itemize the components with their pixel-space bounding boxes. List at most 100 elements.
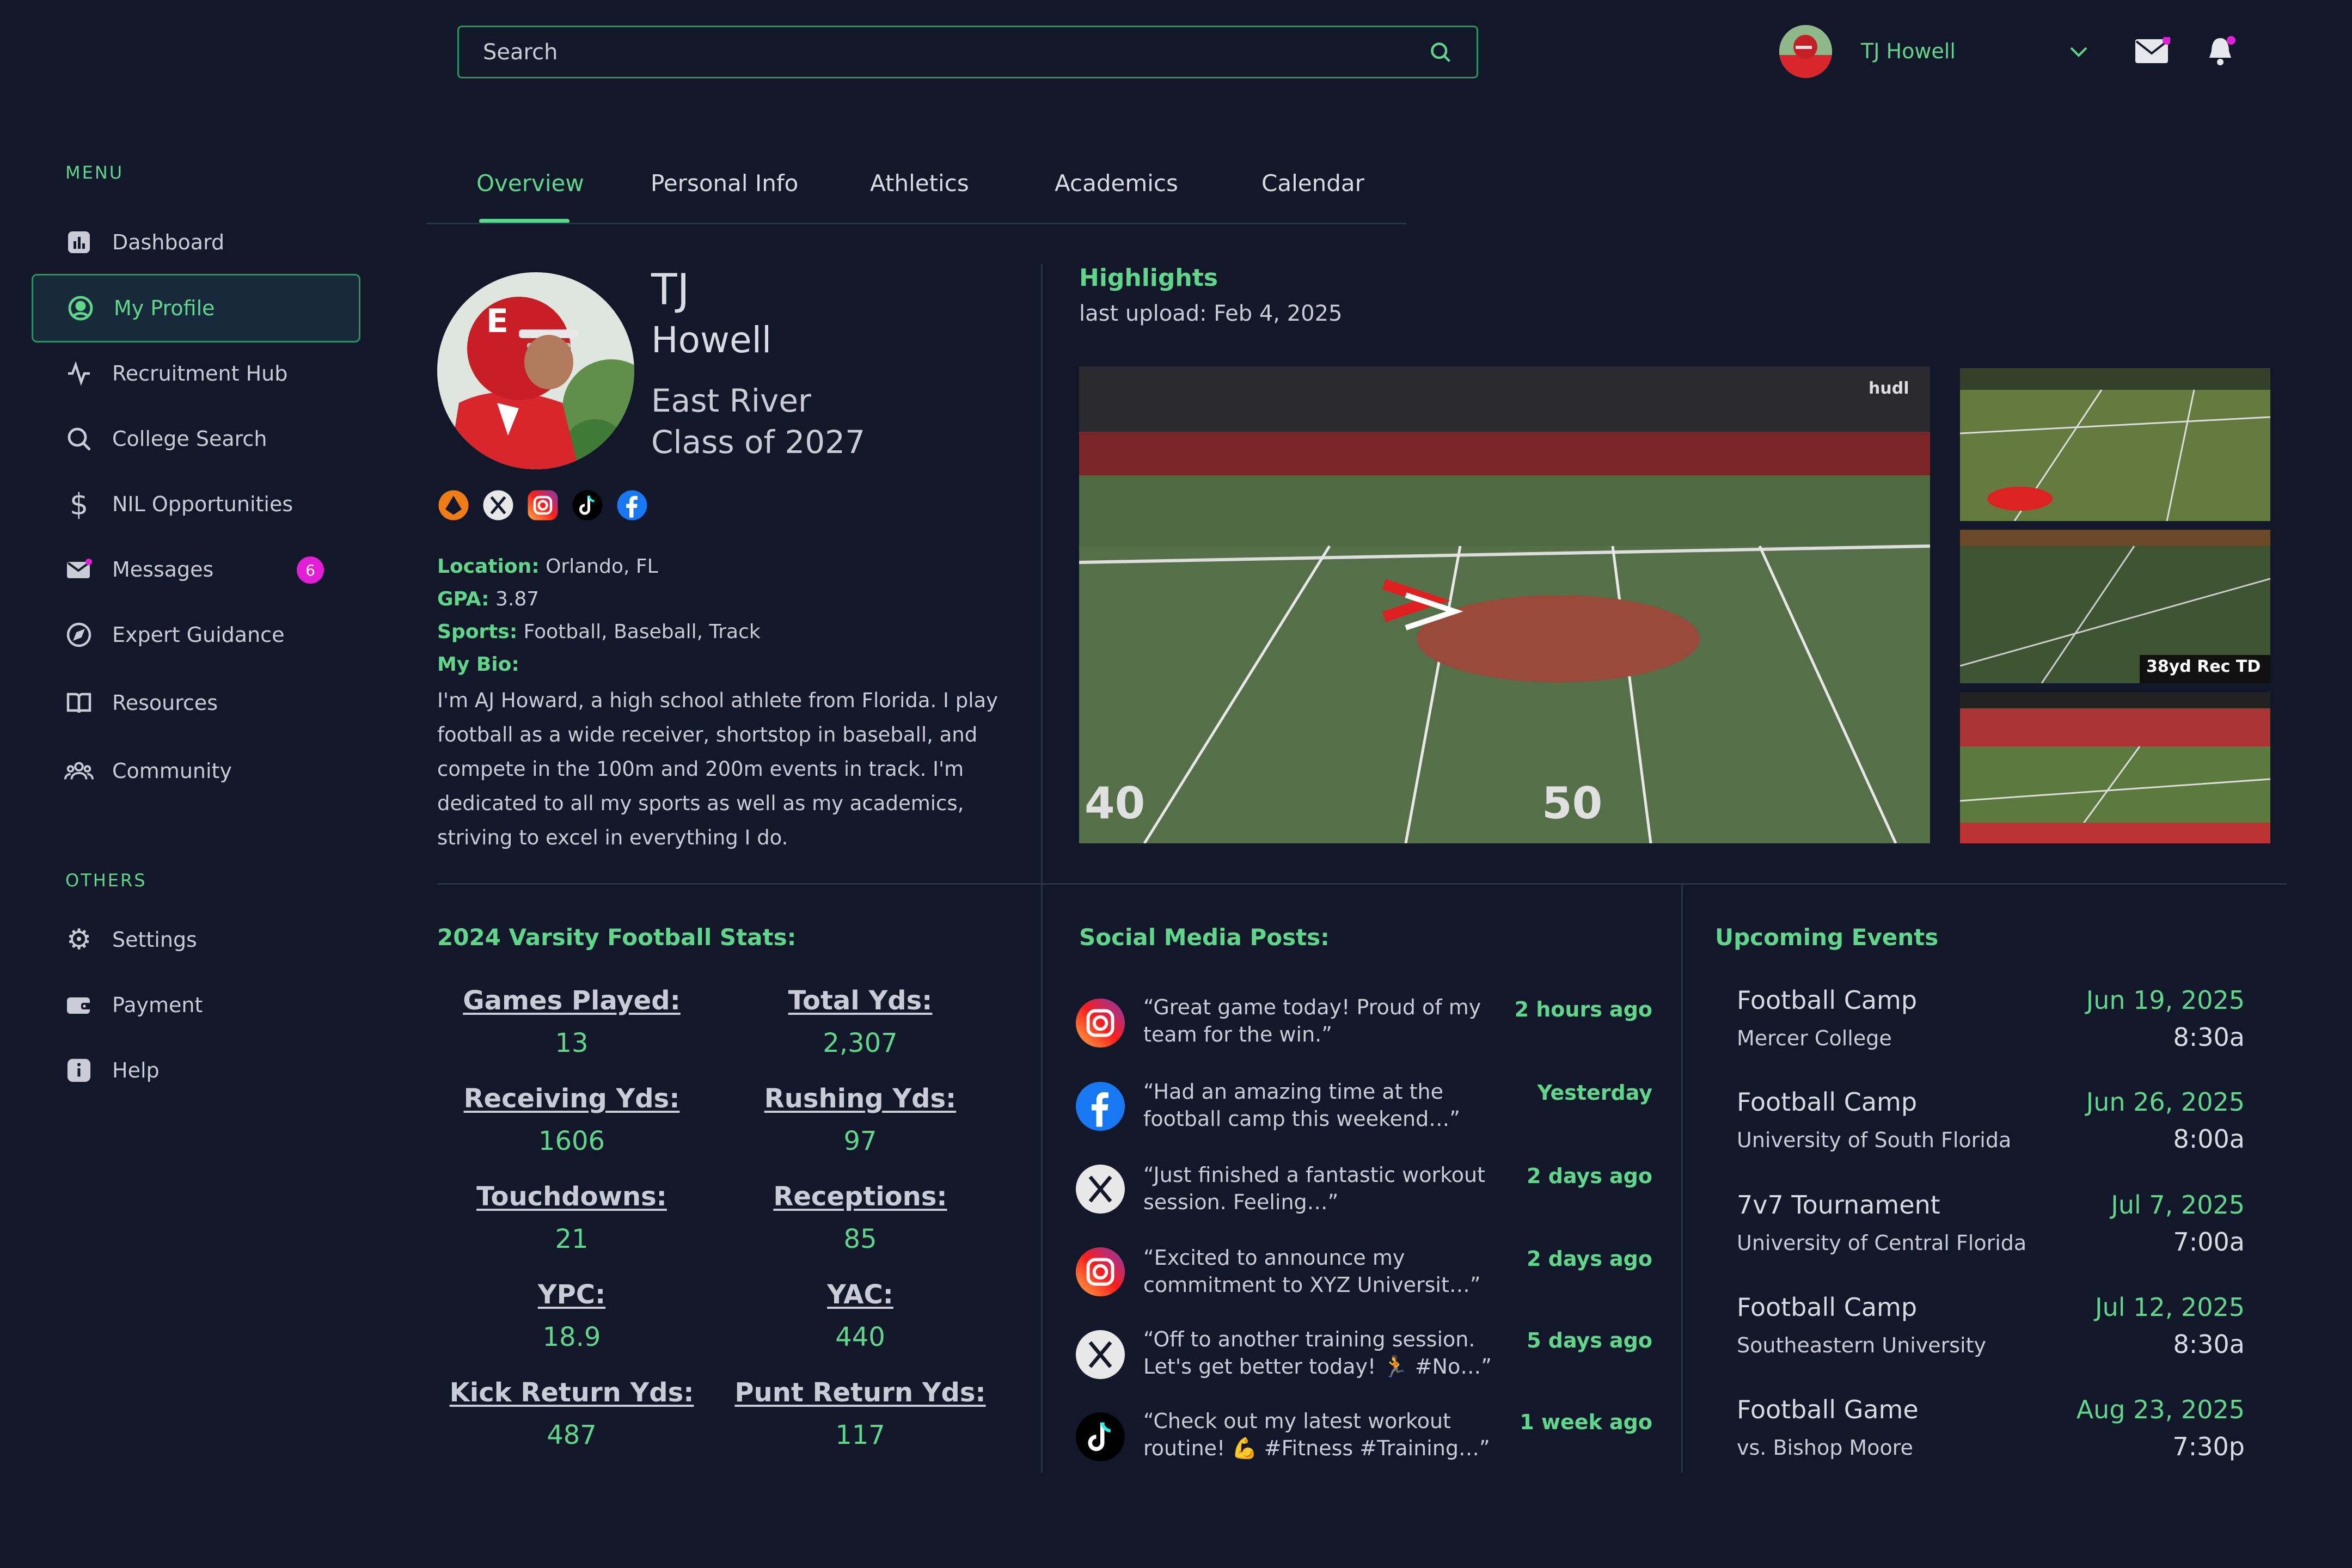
info-icon bbox=[64, 1056, 94, 1085]
search-icon[interactable] bbox=[1429, 40, 1453, 64]
highlight-thumb-2[interactable]: 38yd Rec TD bbox=[1960, 530, 2270, 683]
users-icon bbox=[64, 756, 94, 786]
post-time: 5 days ago bbox=[1527, 1328, 1652, 1352]
instagram-icon[interactable] bbox=[526, 489, 559, 524]
sidebar-item-college-search[interactable]: College Search bbox=[32, 405, 360, 473]
sidebar-item-settings[interactable]: ⚙ Settings bbox=[32, 905, 360, 974]
hudl-watermark: hudl bbox=[1869, 379, 1909, 398]
profile-photo: E bbox=[437, 272, 634, 469]
event-time: 8:00a bbox=[2173, 1124, 2245, 1154]
sidebar-item-recruitment-hub[interactable]: Recruitment Hub bbox=[32, 339, 360, 408]
sidebar-item-payment[interactable]: Payment bbox=[32, 971, 360, 1039]
tab-personal-info[interactable]: Personal Info bbox=[651, 170, 798, 197]
location-label: Location: bbox=[437, 555, 540, 578]
event-name[interactable]: Football Game bbox=[1737, 1395, 1919, 1424]
sidebar-item-label: Dashboard bbox=[112, 230, 225, 254]
instagram-icon bbox=[1074, 1245, 1127, 1298]
post-text[interactable]: “Check out my latest workout routine! 💪 … bbox=[1143, 1407, 1508, 1462]
post-text[interactable]: “Excited to announce my commitment to XY… bbox=[1143, 1244, 1508, 1298]
event-name[interactable]: Football Camp bbox=[1737, 1087, 1917, 1117]
x-icon[interactable] bbox=[482, 489, 514, 524]
highlight-thumb-1[interactable] bbox=[1960, 368, 2270, 521]
event-name[interactable]: Football Camp bbox=[1737, 985, 1917, 1015]
post-text[interactable]: “Great game today! Proud of my team for … bbox=[1143, 994, 1508, 1048]
sidebar-item-label: My Profile bbox=[114, 296, 215, 320]
event-time: 7:30p bbox=[2172, 1432, 2245, 1461]
sidebar-item-community[interactable]: Community bbox=[32, 737, 360, 805]
stat-kick-return-yds: Kick Return Yds: 487 bbox=[419, 1377, 724, 1450]
bio-label: My Bio: bbox=[437, 653, 519, 676]
gpa-row: GPA: 3.87 bbox=[437, 588, 539, 610]
event-name[interactable]: 7v7 Tournament bbox=[1737, 1190, 1940, 1220]
mail-icon[interactable] bbox=[2135, 36, 2171, 65]
post-time: 2 days ago bbox=[1527, 1247, 1652, 1271]
event-time: 8:30a bbox=[2173, 1022, 2245, 1052]
sidebar-item-label: Expert Guidance bbox=[112, 623, 285, 647]
stat-label: Punt Return Yds: bbox=[734, 1377, 986, 1408]
stat-value: 487 bbox=[547, 1420, 597, 1450]
stat-label: Touchdowns: bbox=[476, 1181, 667, 1212]
tabs-divider bbox=[426, 223, 1406, 224]
sports-row: Sports: Football, Baseball, Track bbox=[437, 621, 761, 643]
bar-chart-icon bbox=[64, 228, 94, 257]
stats-title: 2024 Varsity Football Stats: bbox=[437, 924, 797, 951]
svg-text:40: 40 bbox=[1085, 778, 1145, 829]
tab-calendar[interactable]: Calendar bbox=[1261, 170, 1364, 197]
sidebar-item-my-profile[interactable]: My Profile bbox=[32, 274, 360, 342]
event-name[interactable]: Football Camp bbox=[1737, 1293, 1917, 1322]
stat-value: 85 bbox=[843, 1224, 877, 1254]
sidebar-item-label: Help bbox=[112, 1058, 160, 1082]
sidebar-item-label: Resources bbox=[112, 691, 218, 715]
bell-icon[interactable] bbox=[2205, 35, 2240, 68]
bio-text: I'm AJ Howard, a high school athlete fro… bbox=[437, 689, 999, 849]
stat-value: 440 bbox=[835, 1322, 885, 1352]
stat-label: Receiving Yds: bbox=[463, 1083, 680, 1114]
sidebar-item-expert-guidance[interactable]: Expert Guidance bbox=[32, 601, 360, 669]
hudl-icon[interactable] bbox=[437, 489, 470, 524]
x-icon bbox=[1074, 1162, 1127, 1216]
section-divider bbox=[437, 883, 2287, 885]
post-text[interactable]: “Just finished a fantastic workout sessi… bbox=[1143, 1161, 1508, 1216]
facebook-icon bbox=[1074, 1080, 1127, 1133]
highlights-last-upload: last upload: Feb 4, 2025 bbox=[1079, 301, 1343, 326]
stat-value: 21 bbox=[555, 1224, 589, 1254]
posts-title: Social Media Posts: bbox=[1079, 924, 1330, 951]
tab-athletics[interactable]: Athletics bbox=[870, 170, 969, 197]
gear-icon: ⚙ bbox=[66, 923, 92, 956]
sidebar-item-label: Messages bbox=[112, 558, 214, 581]
sidebar-item-nil-opportunities[interactable]: $ NIL Opportunities bbox=[32, 470, 360, 538]
sidebar-item-resources[interactable]: Resources bbox=[32, 669, 360, 737]
user-name[interactable]: TJ Howell bbox=[1861, 39, 1956, 63]
book-icon bbox=[64, 688, 94, 718]
tab-academics[interactable]: Academics bbox=[1055, 170, 1178, 197]
sidebar-item-dashboard[interactable]: Dashboard bbox=[32, 208, 360, 277]
sidebar-item-label: College Search bbox=[112, 427, 267, 451]
stat-value: 1606 bbox=[538, 1126, 605, 1156]
tiktok-icon[interactable] bbox=[571, 489, 604, 524]
post-text[interactable]: “Off to another training session. Let's … bbox=[1143, 1326, 1508, 1380]
stat-value: 13 bbox=[555, 1028, 589, 1058]
event-date: Jul 7, 2025 bbox=[2111, 1190, 2245, 1220]
svg-text:E: E bbox=[486, 302, 509, 340]
user-avatar[interactable] bbox=[1779, 25, 1832, 78]
highlight-thumb-3[interactable] bbox=[1960, 692, 2270, 843]
instagram-icon bbox=[1074, 996, 1127, 1050]
user-circle-icon bbox=[66, 293, 95, 323]
facebook-icon[interactable] bbox=[616, 489, 648, 524]
chevron-down-icon[interactable] bbox=[2068, 45, 2090, 60]
search-input[interactable]: Search bbox=[457, 26, 1478, 78]
profile-school: East River bbox=[651, 382, 811, 419]
event-time: 7:00a bbox=[2173, 1227, 2245, 1257]
stat-receptions: Receptions: 85 bbox=[708, 1181, 1013, 1254]
post-text[interactable]: “Had an amazing time at the football cam… bbox=[1143, 1078, 1508, 1132]
event-place: vs. Bishop Moore bbox=[1737, 1436, 1913, 1460]
highlight-video-main[interactable]: hudl 40 50 bbox=[1079, 366, 1930, 843]
tab-overview[interactable]: Overview bbox=[476, 170, 584, 197]
svg-text:50: 50 bbox=[1542, 778, 1602, 829]
sidebar-item-help[interactable]: Help bbox=[32, 1036, 360, 1105]
stat-value: 2,307 bbox=[823, 1028, 898, 1058]
profile-class: Class of 2027 bbox=[651, 424, 865, 461]
event-place: Southeastern University bbox=[1737, 1333, 1986, 1357]
stat-label: Receptions: bbox=[773, 1181, 947, 1212]
search-icon bbox=[64, 424, 94, 454]
